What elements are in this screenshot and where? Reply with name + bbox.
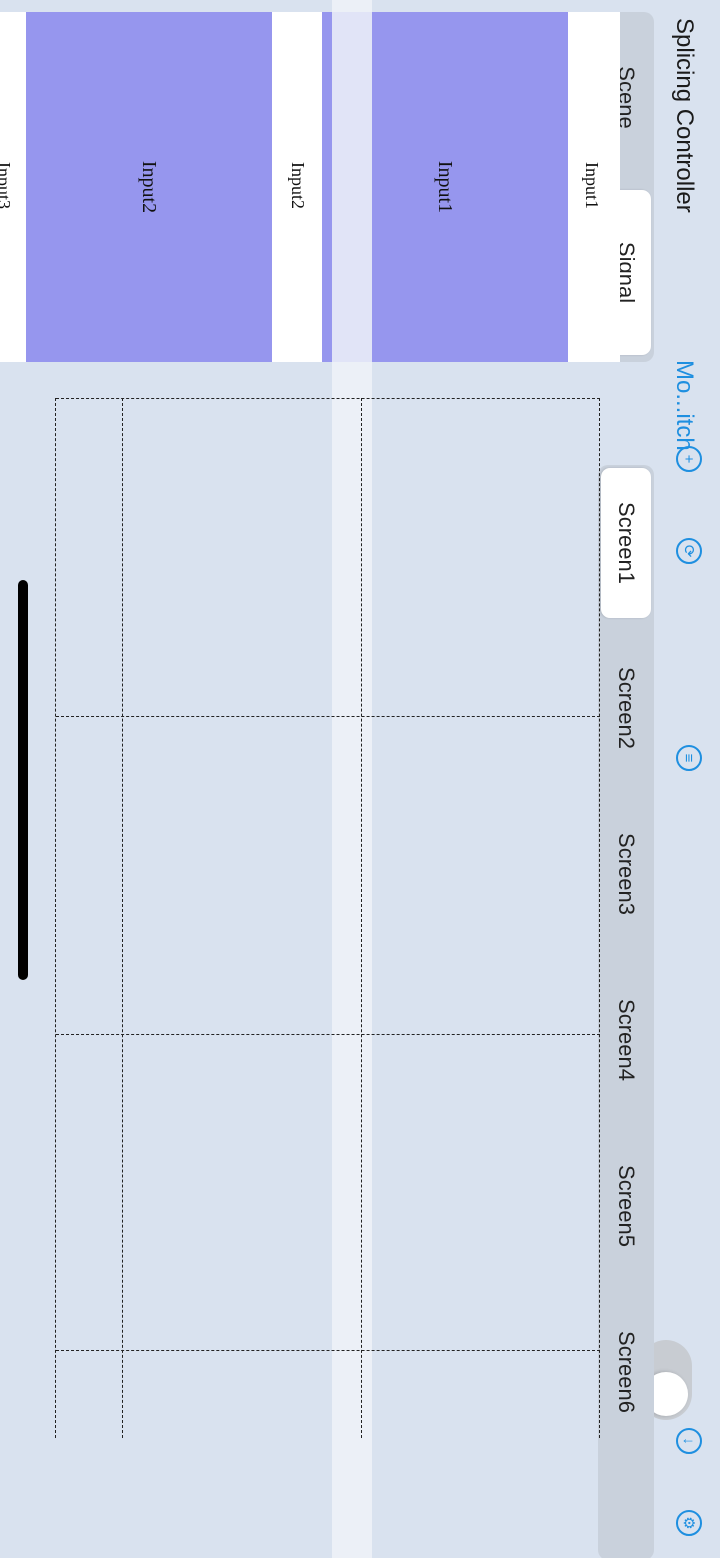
grid-line [56,1034,600,1035]
input-label: Input2 [288,162,308,209]
app-title: Splicing Controller [671,18,698,213]
tab-screen1[interactable]: Screen1 [601,468,651,618]
grid-line [56,1350,600,1351]
grid-line [55,398,56,1438]
tab-screen2[interactable]: Screen2 [598,633,654,783]
tab-screen5[interactable]: Screen5 [598,1131,654,1281]
input-block[interactable]: Input2 [26,12,272,362]
grid-line [122,398,123,1438]
mode-switch-link[interactable]: Mo...itch [670,360,698,451]
grid-line [599,398,600,1438]
grid-line [361,398,362,1438]
tab-screen6[interactable]: Screen6 [598,1297,654,1447]
refresh-circle-icon[interactable]: ⟳ [676,538,702,564]
tab-screen4[interactable]: Screen4 [598,965,654,1115]
app-window: Splicing Controller Mo...itch + ⟳ ≡ ↓ ⚙ … [0,0,720,1558]
input-label: Input3 [0,162,14,209]
gear-circle-icon[interactable]: ⚙ [676,1510,702,1536]
input-label: Input1 [582,162,602,209]
screen-layout-preview[interactable] [0,398,600,1558]
grid-line [56,716,600,717]
header-bar [660,0,720,1558]
plus-circle-icon[interactable]: + [676,446,702,472]
signal-panel: Input1 Input1 Input2 Input2 Input3 [0,12,620,362]
menu-circle-icon[interactable]: ≡ [676,745,702,771]
tab-screen3[interactable]: Screen3 [598,799,654,949]
screen-tab-bar: Screen1 Screen2 Screen3 Screen4 Screen5 … [598,465,654,1558]
home-indicator [18,580,28,980]
arrow-down-circle-icon[interactable]: ↓ [676,1428,702,1454]
grid-line [56,398,600,399]
